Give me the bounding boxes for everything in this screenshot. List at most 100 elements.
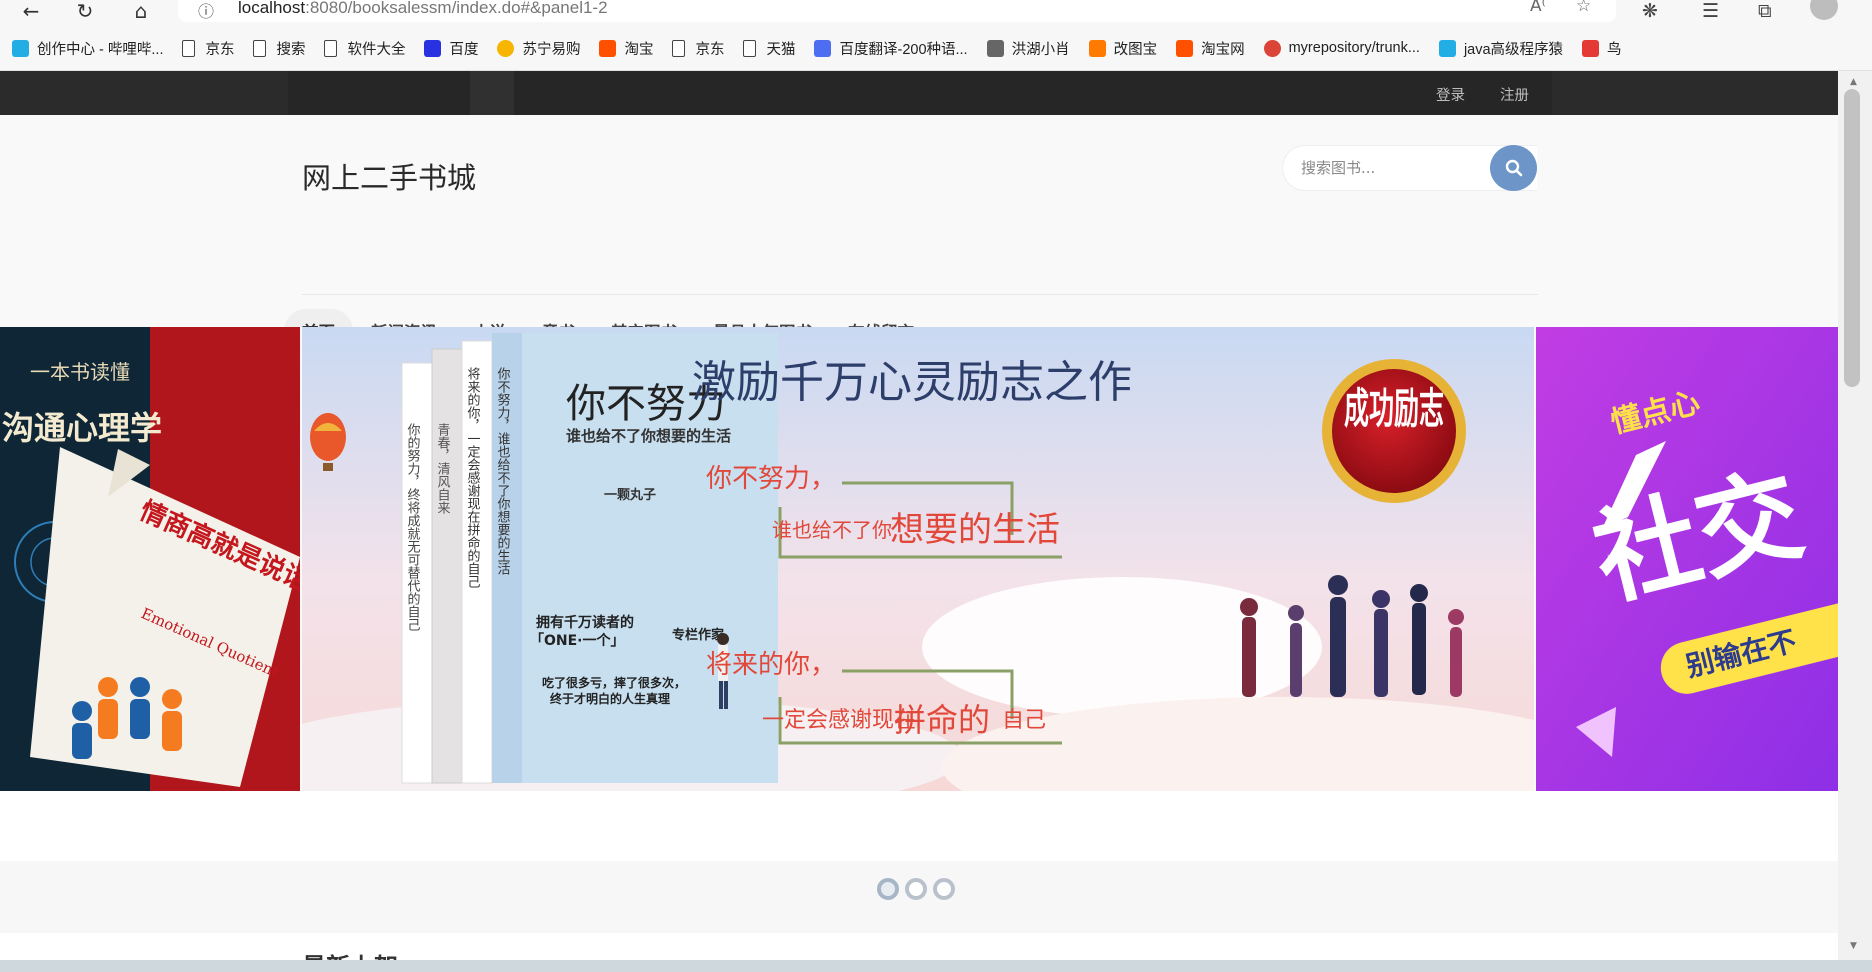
page-icon (672, 39, 686, 57)
carousel-dot[interactable] (877, 878, 899, 900)
baidu-paw-icon (424, 39, 442, 57)
slogan-line-1c: 想要的生活 (890, 510, 1060, 550)
favorites-icon[interactable]: ☰ (1702, 0, 1719, 22)
slogan-line-2b: 一定会感谢现在 (762, 708, 916, 733)
carousel-dot[interactable] (933, 878, 955, 900)
promo-line-3: 专栏作家 (672, 627, 725, 643)
spine-1-title: 你的努力，终将成就无可替代的自己 (405, 423, 421, 631)
read-aloud-icon[interactable]: A⁽ (1530, 0, 1546, 16)
slide-left[interactable]: 一本书读懂 沟通心理学 情商高就是说话让人舒服 Emotional Quotie… (0, 327, 300, 791)
collections-icon[interactable]: ⧉ (1758, 0, 1772, 22)
bookmark-item[interactable]: 搜索 (253, 38, 305, 59)
bookmark-item[interactable]: 创作中心 - 哔哩哔... (12, 38, 163, 59)
slide-center[interactable]: 你的努力，终将成就无可替代的自己 青春，清风自来 将来的你，一定会感谢现在拼命的… (302, 327, 1534, 791)
page-icon (743, 39, 757, 57)
slogan-line-2c: 拼命的 (894, 701, 990, 739)
slogan-line-2a: 将来的你， (706, 650, 836, 680)
bookmark-item[interactable]: 天猫 (743, 38, 795, 59)
bird-icon (1582, 39, 1600, 57)
page-icon (182, 39, 196, 57)
profile-avatar[interactable] (1810, 0, 1838, 20)
bookmark-label: 京东 (205, 41, 235, 58)
bookmark-item[interactable]: 百度 (424, 38, 478, 59)
bookmark-label: 百度 (449, 41, 479, 58)
add-favorite-icon[interactable]: ☆ (1576, 0, 1591, 16)
search-button[interactable] (1490, 145, 1537, 191)
slogan-line-2d: 自己 (1002, 708, 1046, 733)
page-icon (253, 39, 267, 57)
bookmark-item[interactable]: 百度翻译-200种语... (814, 38, 968, 59)
bookmark-item[interactable]: java高级程序猿 (1438, 38, 1564, 59)
bookmark-label: 创作中心 - 哔哩哔... (37, 41, 164, 58)
url-text[interactable]: localhost:8080/booksalessm/index.do#&pan… (238, 0, 608, 18)
carousel-dot[interactable] (905, 878, 927, 900)
bookmarks-bar: 创作中心 - 哔哩哔... 京东 搜索 软件大全 百度 苏宁易购 淘宝 京东 天猫 百度翻译-20… (12, 36, 1641, 60)
bookmark-label: 京东 (695, 41, 725, 58)
bookmark-label: 淘宝网 (1201, 41, 1245, 58)
window-bottom-edge (0, 960, 1872, 972)
slogan-line-1b: 谁也给不了你 (772, 518, 892, 542)
bookmark-item[interactable]: 鸟 (1582, 38, 1622, 59)
bookmark-item[interactable]: 软件大全 (324, 38, 405, 59)
slide-left-art: 一本书读懂 沟通心理学 情商高就是说话让人舒服 Emotional Quotie… (0, 327, 300, 791)
badge-line: 成功励志 (1344, 384, 1444, 433)
bookmark-label: 百度翻译-200种语... (839, 41, 968, 58)
spine-3-title: 将来的你，一定会感谢现在拼命的自己 (465, 367, 481, 588)
banner-carousel: 一本书读懂 沟通心理学 情商高就是说话让人舒服 Emotional Quotie… (0, 327, 1838, 791)
spine-2-title: 青春，清风自来 (435, 423, 451, 514)
browser-chrome: ← ↻ ⌂ ⓘ localhost:8080/booksalessm/index… (0, 0, 1872, 71)
carousel-next-icon[interactable]: › (1604, 539, 1620, 585)
bookmark-label: 改图宝 (1113, 41, 1158, 58)
site-info-icon[interactable]: ⓘ (198, 0, 214, 22)
scroll-up-icon[interactable]: ▲ (1850, 77, 1857, 87)
bookmark-item[interactable]: 淘宝网 (1176, 38, 1245, 59)
site-title[interactable]: 网上二手书城 (302, 155, 476, 197)
page-icon (324, 39, 338, 57)
register-link[interactable]: 注册 (1500, 84, 1529, 105)
bookmark-item[interactable]: 淘宝 (599, 38, 653, 59)
suning-icon (497, 39, 515, 57)
slide-left-title: 沟通心理学 (2, 409, 162, 447)
bookmark-label: 淘宝 (624, 41, 654, 58)
bookmark-label: 软件大全 (347, 41, 406, 58)
bookmark-item[interactable]: 洪湖小肖 (986, 38, 1070, 59)
book-cover-subtitle: 谁也给不了你想要的生活 (566, 427, 731, 445)
chrome-icon (1263, 39, 1281, 57)
address-bar[interactable]: ⓘ localhost:8080/booksalessm/index.do#&p… (178, 0, 1616, 22)
bookmark-item[interactable]: 京东 (182, 38, 234, 59)
scrollbar-thumb[interactable] (1844, 89, 1860, 387)
spine-4-title: 你不努力，谁也给不了你想要的生活 (495, 367, 511, 575)
bookmark-label: 鸟 (1607, 41, 1622, 58)
bookmark-item[interactable]: 京东 (672, 38, 724, 59)
bilibili-icon (1438, 39, 1456, 57)
bookmark-item[interactable]: myrepository/trunk... (1263, 39, 1420, 57)
promo-line-4: 吃了很多亏，摔了很多次， (542, 675, 686, 690)
bookmark-label: java高级程序猿 (1463, 41, 1564, 58)
page-scrollbar[interactable]: ▲ ▼ (1838, 71, 1872, 960)
custom-icon (986, 39, 1004, 57)
header-divider (302, 294, 1538, 295)
slogan-line-1a: 你不努力， (706, 464, 836, 494)
bookmark-label: 搜索 (276, 41, 306, 58)
page-viewport: 登录 注册 网上二手书城 首页新闻资讯小说童书其它图书最具人气图书在线留言 (0, 71, 1838, 960)
translate-icon (814, 39, 832, 57)
gaitubao-icon (1088, 39, 1106, 57)
bookmark-label: myrepository/trunk... (1288, 40, 1420, 56)
top-bar-accent (470, 71, 514, 115)
bookmark-label: 苏宁易购 (522, 41, 581, 58)
bookmark-item[interactable]: 改图宝 (1088, 38, 1158, 59)
bookmark-item[interactable]: 苏宁易购 (497, 38, 580, 59)
taobao-icon (599, 39, 617, 57)
slide-right[interactable]: 懂点心 社交 别输在不 › (1536, 327, 1838, 791)
back-icon[interactable]: ← (16, 0, 46, 23)
home-icon[interactable]: ⌂ (126, 0, 156, 23)
login-link[interactable]: 登录 (1436, 84, 1465, 105)
slide-left-top-text: 一本书读懂 (30, 360, 130, 384)
url-host: localhost (238, 0, 306, 17)
book-cover-author: 一颗丸子 (604, 487, 656, 503)
slide-right-art: 懂点心 社交 别输在不 › (1536, 327, 1838, 791)
refresh-icon[interactable]: ↻ (70, 0, 100, 23)
banner-headline: 激励千万心灵励志之作 (692, 357, 1132, 408)
scroll-down-icon[interactable]: ▼ (1850, 941, 1857, 951)
extensions-icon[interactable]: ❋ (1642, 0, 1658, 22)
